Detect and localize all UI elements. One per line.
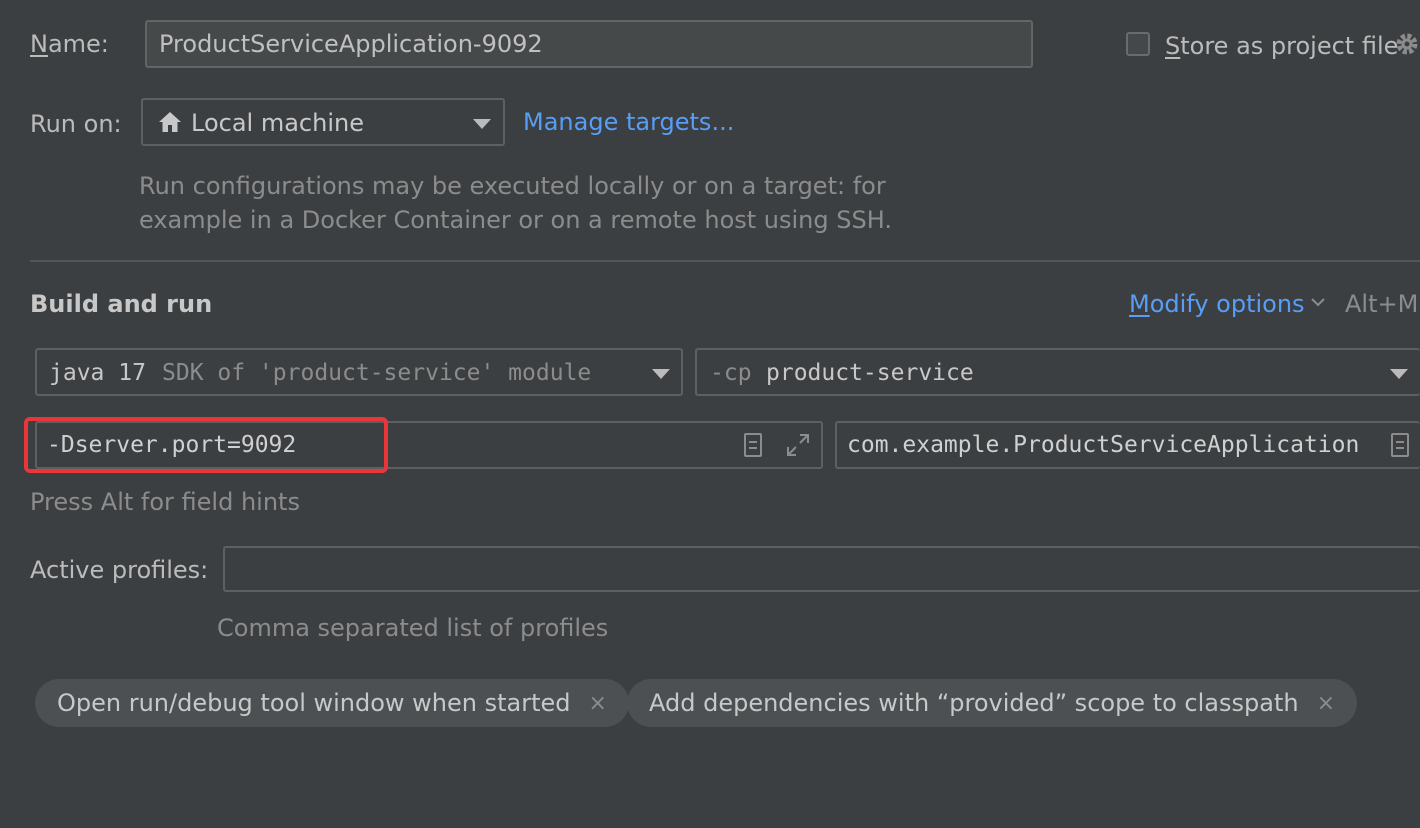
close-icon[interactable]: × (1317, 691, 1335, 716)
manage-targets-link[interactable]: Manage targets... (523, 108, 734, 136)
section-divider (30, 260, 1420, 262)
highlight-annotation (24, 417, 388, 473)
modify-options-rest: odify options (1149, 290, 1305, 318)
jre-hint: SDK of 'product-service' module (162, 360, 592, 386)
modify-options-chevron-icon[interactable] (1310, 294, 1326, 310)
active-profiles-input[interactable] (223, 546, 1420, 592)
active-profiles-label: Active profiles: (30, 556, 209, 584)
run-on-label: Run on: (30, 110, 122, 138)
chevron-down-icon (473, 119, 491, 129)
name-label: Name: (30, 30, 109, 58)
name-input[interactable]: ProductServiceApplication-9092 (145, 20, 1033, 68)
run-configuration-panel: Name: ProductServiceApplication-9092 Sto… (0, 0, 1420, 828)
option-chip-provided-scope: Add dependencies with “provided” scope t… (627, 679, 1357, 727)
gear-icon[interactable] (1394, 31, 1420, 57)
modify-options-mnemonic: M (1129, 290, 1150, 318)
chip-label: Open run/debug tool window when started (57, 689, 571, 717)
main-class-value: com.example.ProductServiceApplication (847, 432, 1360, 458)
active-profiles-hint: Comma separated list of profiles (217, 614, 609, 642)
store-label-rest: tore as project file (1180, 32, 1399, 60)
build-and-run-title: Build and run (30, 290, 213, 318)
main-class-document-icon[interactable] (1391, 433, 1409, 457)
modify-options-link[interactable]: Modify options (1129, 290, 1305, 318)
jre-chevron-down-icon (652, 369, 670, 379)
classpath-chevron-down-icon (1390, 369, 1408, 379)
run-on-description-line2: example in a Docker Container or on a re… (139, 206, 892, 234)
main-class-input[interactable]: com.example.ProductServiceApplication (835, 421, 1420, 469)
classpath-module-select[interactable]: -cp product-service (695, 348, 1420, 396)
home-icon (159, 112, 181, 132)
store-as-project-file-label[interactable]: Store as project file (1165, 32, 1398, 60)
option-chip-open-tool-window: Open run/debug tool window when started … (35, 679, 629, 727)
field-hints-text: Press Alt for field hints (30, 488, 300, 516)
run-on-select[interactable]: Local machine (141, 98, 505, 146)
expand-icon[interactable] (785, 432, 811, 458)
store-label-mnemonic: S (1165, 32, 1181, 60)
run-on-description-line1: Run configurations may be executed local… (139, 172, 886, 200)
chip-label: Add dependencies with “provided” scope t… (649, 689, 1299, 717)
name-input-value: ProductServiceApplication-9092 (159, 30, 543, 58)
document-icon[interactable] (744, 433, 762, 457)
jre-select[interactable]: java 17 SDK of 'product-service' module (35, 348, 683, 396)
name-label-mnemonic: N (30, 30, 48, 58)
run-on-selected: Local machine (191, 109, 364, 137)
jre-selected: java 17 (49, 360, 146, 386)
classpath-prefix: -cp (710, 360, 752, 386)
name-label-rest: ame: (47, 30, 109, 58)
close-icon[interactable]: × (589, 691, 607, 716)
modify-options-shortcut: Alt+M (1345, 290, 1419, 318)
classpath-module-value: product-service (766, 360, 974, 386)
store-as-project-file-checkbox[interactable] (1126, 32, 1150, 56)
